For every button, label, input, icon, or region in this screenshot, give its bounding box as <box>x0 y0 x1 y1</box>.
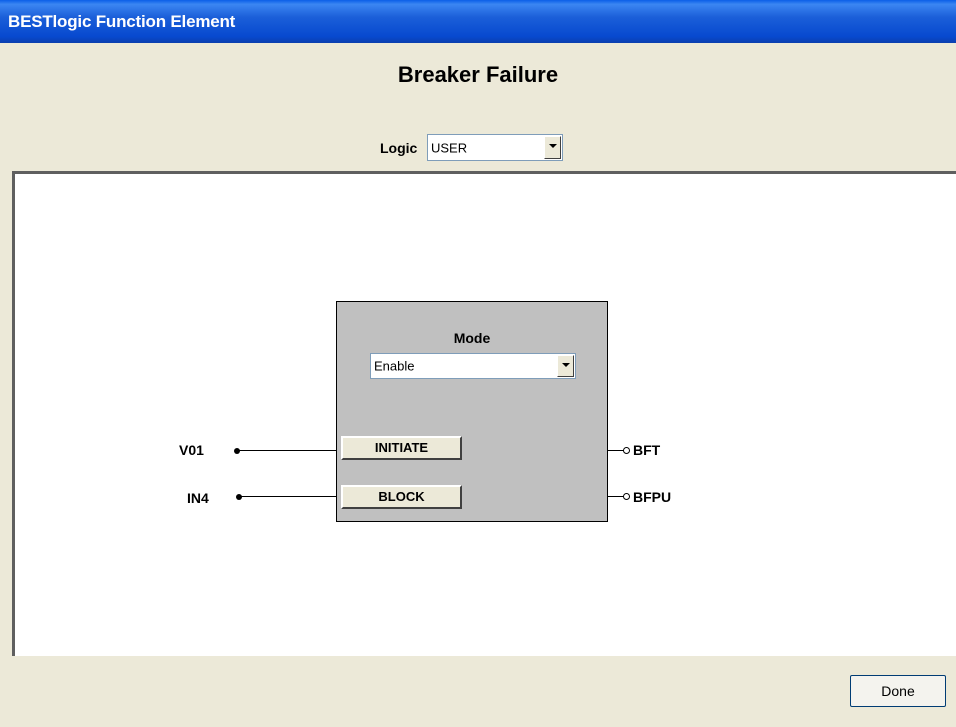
input-wire-initiate <box>238 450 338 451</box>
logic-label: Logic <box>380 140 418 156</box>
input-signal-in4: IN4 <box>187 490 209 506</box>
input-connector-dot <box>236 494 242 500</box>
chevron-down-icon[interactable] <box>557 355 574 377</box>
logic-diagram-canvas: V01 IN4 BFT BFPU Mode Enable INITIATE BL… <box>12 171 956 656</box>
block-button[interactable]: BLOCK <box>341 485 462 509</box>
done-button[interactable]: Done <box>850 675 946 707</box>
window-title-bar[interactable]: BESTlogic Function Element <box>0 0 956 43</box>
input-wire-block <box>240 496 338 497</box>
bestlogic-window: BESTlogic Function Element Breaker Failu… <box>0 0 956 727</box>
mode-label: Mode <box>453 330 491 346</box>
mode-select-value: Enable <box>374 358 415 374</box>
window-title: BESTlogic Function Element <box>8 12 236 31</box>
footer-panel: Done <box>10 656 956 727</box>
mode-select[interactable]: Enable <box>370 353 576 379</box>
output-signal-bfpu: BFPU <box>633 489 672 505</box>
page-title: Breaker Failure <box>397 62 559 87</box>
logic-select[interactable]: USER <box>427 134 563 161</box>
input-signal-v01: V01 <box>179 442 204 458</box>
output-signal-bft: BFT <box>633 442 661 458</box>
input-connector-dot <box>234 448 240 454</box>
header-panel: Breaker Failure Logic USER <box>10 43 956 171</box>
output-wire-bfpu <box>607 496 624 497</box>
output-connector-dot <box>623 493 630 500</box>
initiate-button[interactable]: INITIATE <box>341 436 462 460</box>
logic-select-value: USER <box>431 140 468 155</box>
output-connector-dot <box>623 447 630 454</box>
breaker-failure-block: Mode Enable INITIATE BLOCK <box>336 301 608 522</box>
chevron-down-icon[interactable] <box>544 136 561 159</box>
output-wire-bft <box>607 450 624 451</box>
